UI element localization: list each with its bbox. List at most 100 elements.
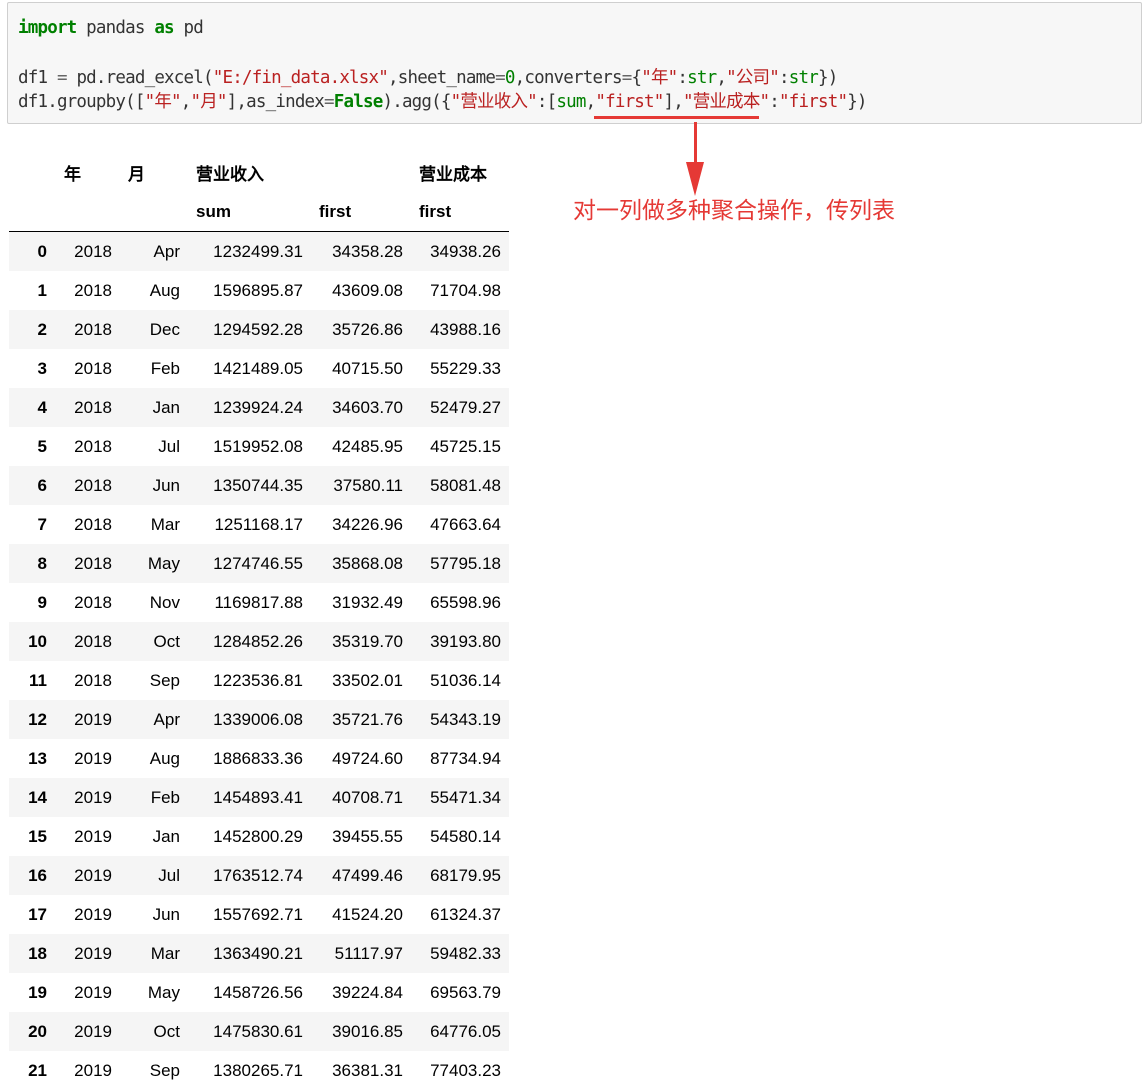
row-index: 11 xyxy=(29,670,47,690)
row-index: 3 xyxy=(37,358,47,378)
cell-revenue-first: 31932.49 xyxy=(332,592,403,612)
cell-revenue-sum: 1454893.41 xyxy=(213,787,303,807)
cell-cost-first: 57795.18 xyxy=(430,553,501,573)
table-row: 2 2018 Dec 1294592.28 35726.86 43988.16 xyxy=(9,310,509,349)
index-header xyxy=(9,153,56,192)
code-token: "E:/fin_data.xlsx" xyxy=(212,68,389,88)
code-token: { xyxy=(631,68,642,88)
cell-cost-first: 87734.94 xyxy=(430,748,501,768)
code-token: = xyxy=(324,92,335,112)
cell-revenue-sum: 1475830.61 xyxy=(213,1021,303,1041)
cell-revenue-sum: 1380265.71 xyxy=(213,1060,303,1080)
row-index: 9 xyxy=(37,592,47,612)
cell-cost-first: 59482.33 xyxy=(430,943,501,963)
table-row: 5 2018 Jul 1519952.08 42485.95 45725.15 xyxy=(9,427,509,466)
cell-month: Dec xyxy=(149,319,180,339)
row-index: 17 xyxy=(28,904,47,924)
row-index: 21 xyxy=(28,1060,47,1080)
cell-revenue-sum: 1251168.17 xyxy=(214,514,303,534)
code-token: import xyxy=(18,18,77,38)
code-token: ], xyxy=(663,92,684,112)
code-token: ,converters xyxy=(514,68,623,88)
cell-month: Aug xyxy=(149,748,180,768)
cell-revenue-first: 35868.08 xyxy=(332,553,403,573)
table-row: 0 2018 Apr 1232499.31 34358.28 34938.26 xyxy=(9,231,509,271)
row-index: 7 xyxy=(37,514,47,534)
row-index: 12 xyxy=(28,709,47,729)
table-body: 0 2018 Apr 1232499.31 34358.28 34938.26 1 2018 A… xyxy=(9,231,509,1089)
cell-cost-first: 43988.16 xyxy=(430,319,501,339)
cell-revenue-sum: 1294592.28 xyxy=(213,319,303,339)
column-header-cost: 营业成本 xyxy=(419,165,487,184)
cell-year: 2019 xyxy=(74,1060,112,1080)
cell-month: Feb xyxy=(150,358,180,378)
code-token: pd.read_excel( xyxy=(66,68,213,88)
cell-cost-first: 47663.64 xyxy=(430,514,501,534)
cell-year: 2019 xyxy=(74,865,112,885)
column-header-year: 年 xyxy=(64,165,81,184)
table-subheader-row: sum first first xyxy=(9,192,509,232)
cell-year: 2018 xyxy=(74,241,112,261)
cell-revenue-first: 43609.08 xyxy=(332,280,403,300)
cell-cost-first: 52479.27 xyxy=(430,397,501,417)
cell-cost-first: 54343.19 xyxy=(430,709,501,729)
index-subheader xyxy=(9,192,56,232)
table-row: 20 2019 Oct 1475830.61 39016.85 64776.05 xyxy=(9,1012,509,1051)
column-header-revenue: 营业收入 xyxy=(196,165,264,184)
cell-revenue-first: 33502.01 xyxy=(332,670,403,690)
code-token: as xyxy=(154,18,174,38)
code-token: ).agg({ xyxy=(382,92,451,112)
cell-month: Sep xyxy=(149,670,180,690)
row-index: 2 xyxy=(37,319,47,339)
row-index: 18 xyxy=(28,943,47,963)
row-index: 13 xyxy=(28,748,47,768)
cell-revenue-sum: 1452800.29 xyxy=(213,826,303,846)
cell-year: 2019 xyxy=(74,982,112,1002)
code-token: sum xyxy=(556,92,586,112)
code-line-1: import pandas as pd xyxy=(18,16,204,40)
cell-month: Jul xyxy=(158,436,180,456)
cell-year: 2018 xyxy=(74,553,112,573)
cell-year: 2019 xyxy=(74,943,112,963)
code-token: "月" xyxy=(190,92,228,112)
row-index: 10 xyxy=(28,631,47,651)
cell-cost-first: 55229.33 xyxy=(430,358,501,378)
annotation-arrow-shaft xyxy=(694,122,697,164)
table-row: 16 2019 Jul 1763512.74 47499.46 68179.95 xyxy=(9,856,509,895)
code-line-3: df1.groupby(["年","月"],as_index=False).ag… xyxy=(18,90,867,114)
cell-revenue-first: 51117.97 xyxy=(334,943,403,963)
table-row: 12 2019 Apr 1339006.08 35721.76 54343.19 xyxy=(9,700,509,739)
code-token: , xyxy=(180,92,192,112)
subheader-revenue-first: first xyxy=(311,192,411,232)
cell-revenue-sum: 1557692.71 xyxy=(213,904,303,924)
cell-year: 2018 xyxy=(74,514,112,534)
code-token: "营业收入" xyxy=(450,92,538,112)
code-token: = xyxy=(495,68,506,88)
code-token: = xyxy=(56,68,68,88)
cell-year: 2019 xyxy=(74,826,112,846)
code-token: 0 xyxy=(504,68,516,88)
cell-month: May xyxy=(147,553,180,573)
code-token: "公司" xyxy=(726,68,780,88)
cell-revenue-sum: 1421489.05 xyxy=(213,358,303,378)
cell-month: Jun xyxy=(152,904,180,924)
cell-revenue-first: 42485.95 xyxy=(332,436,403,456)
code-cell[interactable]: import pandas as pd df1 = pd.read_excel(… xyxy=(7,2,1142,124)
cell-revenue-sum: 1763512.74 xyxy=(213,865,303,885)
row-index: 8 xyxy=(37,553,47,573)
cell-year: 2019 xyxy=(74,787,112,807)
cell-year: 2019 xyxy=(74,709,112,729)
table-row: 4 2018 Jan 1239924.24 34603.70 52479.27 xyxy=(9,388,509,427)
cell-cost-first: 65598.96 xyxy=(430,592,501,612)
cell-revenue-first: 39455.55 xyxy=(332,826,403,846)
code-token: pandas xyxy=(76,18,155,38)
cell-revenue-first: 35721.76 xyxy=(332,709,403,729)
cell-month: Oct xyxy=(153,631,180,651)
cell-month: May xyxy=(147,982,180,1002)
cell-revenue-sum: 1169817.88 xyxy=(214,592,303,612)
cell-revenue-first: 35319.70 xyxy=(332,631,403,651)
cell-cost-first: 64776.05 xyxy=(430,1021,501,1041)
row-index: 4 xyxy=(37,397,47,417)
table-row: 14 2019 Feb 1454893.41 40708.71 55471.34 xyxy=(9,778,509,817)
code-token: }) xyxy=(847,92,867,112)
